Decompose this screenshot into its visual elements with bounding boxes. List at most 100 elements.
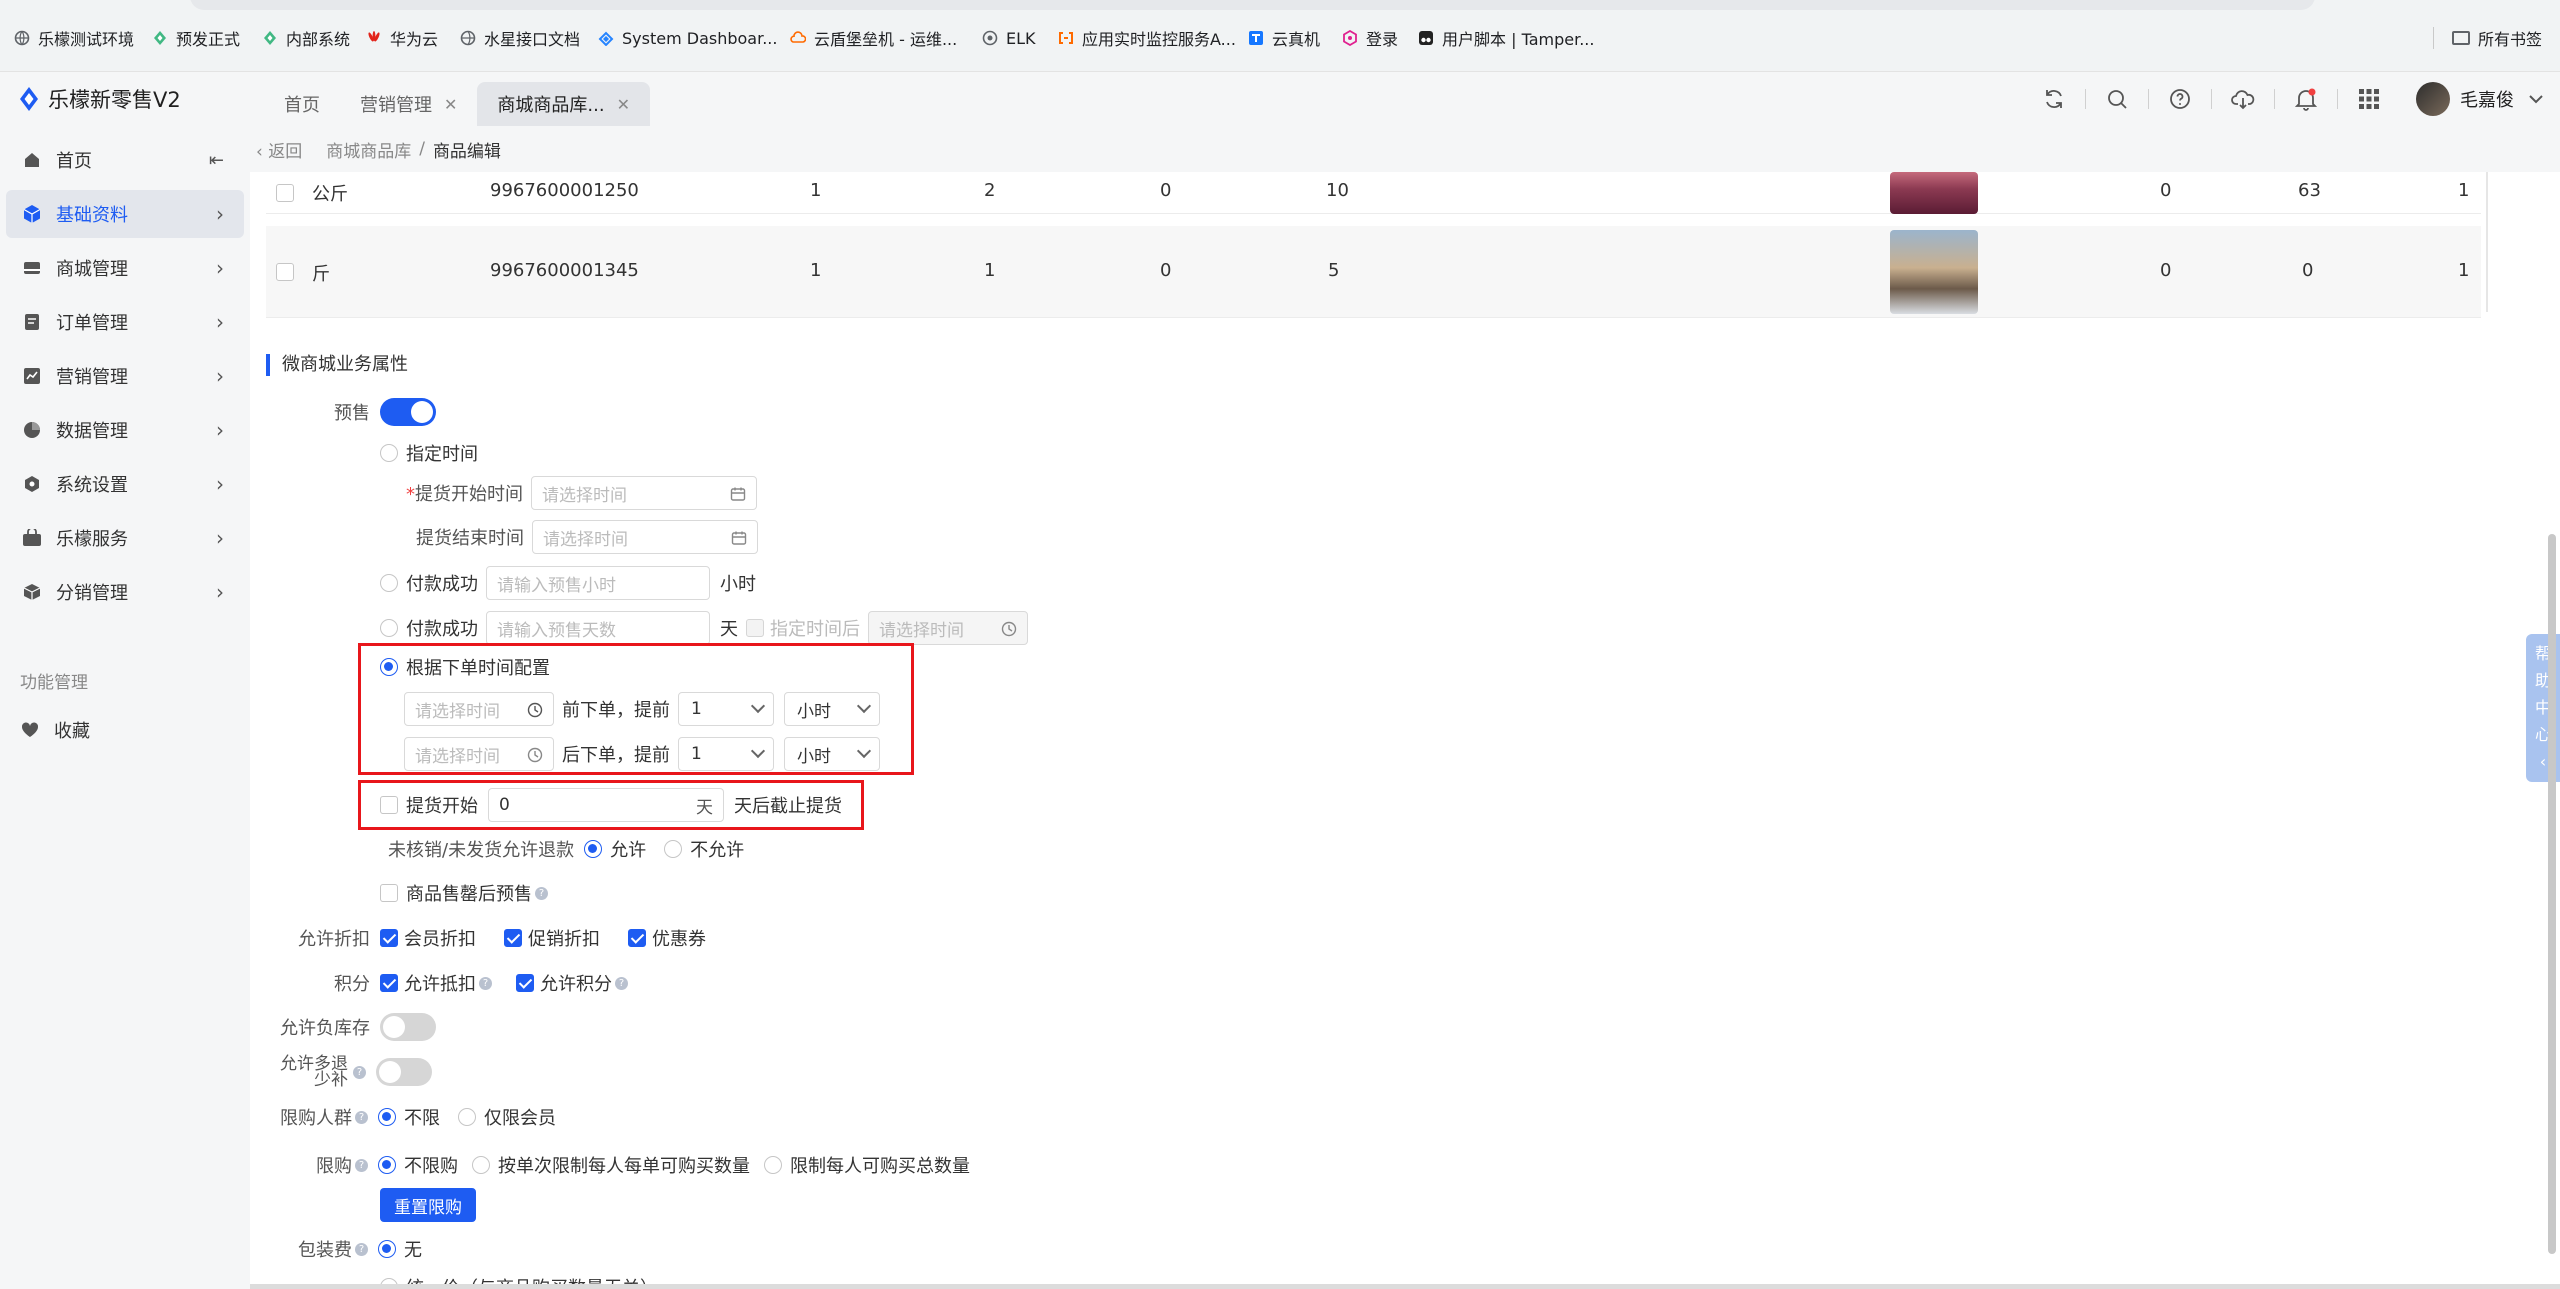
pickup-begin-checkbox[interactable]: [380, 796, 398, 814]
bookmark-item[interactable]: 乐檬测试环境: [14, 26, 134, 50]
after-order-time-input[interactable]: 请选择时间: [404, 737, 554, 771]
advance-unit-select[interactable]: 小时: [784, 737, 880, 771]
avatar[interactable]: [2416, 82, 2450, 116]
table-scrollbar[interactable]: [2486, 172, 2488, 312]
sidebar-item-data[interactable]: 数据管理 ›: [0, 406, 250, 454]
sidebar-item-settings[interactable]: 系统设置 ›: [0, 460, 250, 508]
apps-grid-icon[interactable]: [2354, 84, 2384, 114]
app-logo[interactable]: 乐檬新零售V2: [18, 82, 181, 116]
question-icon[interactable]: ?: [355, 1110, 368, 1124]
row-checkbox[interactable]: [276, 184, 294, 207]
bookmark-item[interactable]: 内部系统: [262, 26, 350, 50]
search-icon[interactable]: [2102, 84, 2132, 114]
tab-home[interactable]: 首页: [264, 82, 340, 126]
sidebar-item-home[interactable]: 首页 ⇤: [0, 136, 250, 184]
pickup-end-date-input[interactable]: 请选择时间: [532, 520, 758, 554]
fixed-time-radio[interactable]: [380, 444, 398, 462]
sidebar-item-basic-data[interactable]: 基础资料 ›: [6, 190, 244, 238]
question-icon[interactable]: ?: [479, 976, 492, 990]
allow-deduct-checkbox[interactable]: [380, 974, 398, 992]
bookmark-item[interactable]: 水星接口文档: [460, 26, 580, 50]
limit-none-radio[interactable]: [378, 1156, 396, 1174]
allow-points-checkbox[interactable]: [516, 974, 534, 992]
back-link[interactable]: ‹ 返回: [256, 137, 302, 162]
bookmark-item[interactable]: 云真机: [1248, 26, 1320, 50]
sidebar-item-label: 商城管理: [56, 259, 128, 280]
sidebar-item-distribution[interactable]: 分销管理 ›: [0, 568, 250, 616]
refresh-icon[interactable]: [2039, 84, 2069, 114]
tab-product-library[interactable]: 商城商品库... ✕: [477, 82, 650, 126]
bookmark-item[interactable]: 云盾堡垒机 - 运维...: [790, 26, 957, 50]
reset-limit-button[interactable]: 重置限购: [380, 1188, 476, 1222]
bookmark-item[interactable]: 用户脚本 | Tamper...: [1418, 26, 1594, 50]
presale-days-input[interactable]: 请输入预售天数: [486, 611, 710, 645]
paid-days-radio[interactable]: [380, 619, 398, 637]
member-discount-checkbox[interactable]: [380, 929, 398, 947]
coupon-checkbox[interactable]: [628, 929, 646, 947]
checkbox-label: 优惠券: [652, 929, 706, 950]
group-unlimited-radio[interactable]: [378, 1108, 396, 1126]
option-by-order-time[interactable]: 根据下单时间配置: [380, 653, 550, 681]
arms-icon: [1059, 32, 1073, 44]
question-icon[interactable]: ?: [355, 1158, 368, 1172]
after-fixed-time-checkbox[interactable]: [746, 619, 764, 637]
horizontal-scrollbar[interactable]: [250, 1284, 2560, 1289]
bookmark-item[interactable]: 登录: [1342, 26, 1398, 50]
chevron-down-icon[interactable]: [2528, 94, 2544, 104]
breadcrumb-parent[interactable]: 商城商品库: [326, 137, 411, 162]
sidebar-item-marketing[interactable]: 营销管理 ›: [0, 352, 250, 400]
question-icon[interactable]: ?: [535, 886, 548, 900]
close-icon[interactable]: ✕: [444, 95, 457, 114]
product-image[interactable]: [1890, 230, 1978, 314]
by-order-time-radio[interactable]: [380, 658, 398, 676]
question-icon[interactable]: ?: [353, 1065, 366, 1079]
sidebar-item-favorites[interactable]: 收藏: [0, 706, 250, 754]
pickup-start-date-input[interactable]: 请选择时间: [531, 476, 757, 510]
close-icon[interactable]: ✕: [617, 95, 630, 114]
cloud-download-icon[interactable]: [2228, 84, 2258, 114]
advance-unit-select[interactable]: 小时: [784, 692, 880, 726]
collapse-sidebar-icon[interactable]: ⇤: [209, 150, 224, 171]
promo-discount-checkbox[interactable]: [504, 929, 522, 947]
bookmark-item[interactable]: 预发正式: [152, 26, 240, 50]
bell-icon[interactable]: [2291, 84, 2321, 114]
header-divider: [2274, 89, 2275, 109]
paid-hours-radio[interactable]: [380, 574, 398, 592]
tab-marketing[interactable]: 营销管理 ✕: [340, 82, 477, 126]
bookmark-item[interactable]: ELK: [982, 26, 1036, 50]
sidebar-item-mall[interactable]: 商城管理 ›: [0, 244, 250, 292]
app-header: 乐檬新零售V2 首页 营销管理 ✕ 商城商品库... ✕ 毛嘉俊: [0, 72, 2560, 126]
presale-toggle[interactable]: [380, 398, 436, 426]
pickup-days-input[interactable]: 0 天: [488, 788, 724, 822]
all-bookmarks[interactable]: 所有书签: [2432, 26, 2542, 50]
advance-amount-select[interactable]: 1: [678, 692, 774, 726]
bookmark-item[interactable]: 华为云: [366, 26, 438, 50]
page-scrollbar[interactable]: [2548, 534, 2556, 1254]
option-fixed-time[interactable]: 指定时间: [380, 440, 478, 466]
multi-refund-toggle[interactable]: [376, 1058, 432, 1086]
row-checkbox[interactable]: [276, 263, 294, 286]
before-order-time-input[interactable]: 请选择时间: [404, 692, 554, 726]
limit-per-order-radio[interactable]: [472, 1156, 490, 1174]
negative-stock-toggle[interactable]: [380, 1013, 436, 1041]
address-bar-edge[interactable]: [190, 0, 2315, 10]
question-icon[interactable]: ?: [355, 1242, 368, 1256]
presale-hours-input[interactable]: 请输入预售小时: [486, 566, 710, 600]
sold-out-presale-checkbox[interactable]: [380, 884, 398, 902]
bookmark-item[interactable]: 应用实时监控服务A...: [1058, 26, 1236, 50]
user-name[interactable]: 毛嘉俊: [2460, 86, 2514, 112]
bookmark-item[interactable]: System Dashboar...: [598, 26, 777, 50]
limit-total-radio[interactable]: [764, 1156, 782, 1174]
group-members-radio[interactable]: [458, 1108, 476, 1126]
packing-none-radio[interactable]: [378, 1240, 396, 1258]
sidebar-item-service[interactable]: 乐檬服务 ›: [0, 514, 250, 562]
after-fixed-time-input[interactable]: 请选择时间: [868, 611, 1028, 645]
refund-deny-radio[interactable]: [664, 840, 683, 858]
product-image[interactable]: [1890, 172, 1978, 214]
advance-amount-select[interactable]: 1: [678, 737, 774, 771]
help-icon[interactable]: [2165, 84, 2195, 114]
refund-allow-radio[interactable]: [584, 840, 603, 858]
sidebar-item-orders[interactable]: 订单管理 ›: [0, 298, 250, 346]
question-icon[interactable]: ?: [615, 976, 628, 990]
input-value: 0: [499, 795, 510, 815]
